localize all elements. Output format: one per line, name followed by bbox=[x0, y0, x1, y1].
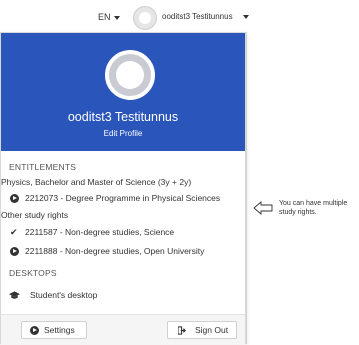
study-right-label: 2211587 - Non-degree studies, Science bbox=[25, 227, 175, 237]
sign-out-button[interactable]: Sign Out bbox=[167, 321, 237, 339]
study-right-item[interactable]: 2211888 - Non-degree studies, Open Unive… bbox=[1, 244, 245, 260]
sign-out-icon bbox=[178, 326, 187, 335]
profile-avatar bbox=[105, 50, 155, 100]
chevron-down-icon bbox=[113, 15, 120, 20]
desktop-item[interactable]: Student's desktop bbox=[1, 288, 245, 304]
user-menu-name: ooditst3 Testitunnus bbox=[162, 12, 233, 21]
arrow-left-icon bbox=[253, 201, 273, 215]
settings-button[interactable]: Settings bbox=[21, 321, 87, 339]
settings-label: Settings bbox=[44, 325, 75, 335]
entitlements-heading: ENTITLEMENTS bbox=[9, 162, 77, 172]
user-dropdown-menu: ooditst3 Testitunnus Edit Profile ENTITL… bbox=[0, 32, 246, 345]
desktops-heading: DESKTOPS bbox=[9, 268, 57, 278]
sign-out-label: Sign Out bbox=[195, 325, 229, 335]
desktop-label: Student's desktop bbox=[30, 290, 98, 300]
language-selector[interactable]: EN bbox=[98, 12, 120, 22]
study-right-group-title: Physics, Bachelor and Master of Science … bbox=[1, 177, 192, 187]
language-label: EN bbox=[98, 12, 111, 22]
graduation-cap-icon bbox=[9, 291, 20, 299]
study-right-item[interactable]: 2212073 - Degree Programme in Physical S… bbox=[1, 191, 245, 207]
annotation-text: You can have multiple study rights. bbox=[279, 200, 348, 216]
study-right-item[interactable]: ✔ 2211587 - Non-degree studies, Science bbox=[1, 225, 245, 241]
avatar bbox=[133, 6, 157, 30]
profile-header: ooditst3 Testitunnus Edit Profile bbox=[1, 33, 245, 151]
chevron-down-icon bbox=[243, 15, 249, 19]
dropdown-footer: Settings Sign Out bbox=[1, 314, 245, 345]
circle-arrow-right-icon bbox=[10, 247, 19, 256]
circle-arrow-right-icon bbox=[10, 194, 19, 203]
study-right-label: 2211888 - Non-degree studies, Open Unive… bbox=[25, 246, 205, 256]
edit-profile-link[interactable]: Edit Profile bbox=[1, 129, 245, 138]
study-right-label: 2212073 - Degree Programme in Physical S… bbox=[25, 193, 221, 203]
circle-arrow-right-icon bbox=[30, 326, 39, 335]
other-study-rights-title: Other study rights bbox=[1, 210, 69, 220]
profile-name: ooditst3 Testitunnus bbox=[67, 110, 179, 124]
check-icon: ✔ bbox=[10, 227, 18, 237]
